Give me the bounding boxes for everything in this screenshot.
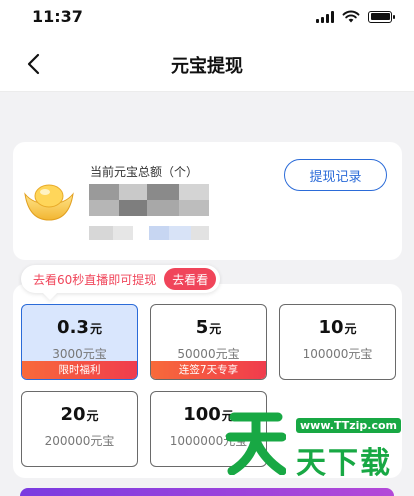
withdraw-option[interactable]: 5元 50000元宝 连签7天专享 [150,304,267,380]
option-cost: 200000元宝 [44,434,115,448]
nav-bar: 元宝提现 [0,36,414,92]
gold-ingot-icon [24,184,74,221]
balance-card: 当前元宝总额（个） 提现记录 [13,142,402,260]
live-watch-promo: 去看60秒直播即可提现 去看看 [21,265,221,293]
option-unit: 元 [89,322,102,336]
option-amount: 0.3 [57,317,89,338]
withdraw-option[interactable]: 20元 200000元宝 [21,391,138,467]
option-amount: 20 [60,404,86,425]
withdraw-option[interactable]: 10元 100000元宝 [279,304,396,380]
option-unit: 元 [86,409,99,423]
bottom-banner-edge [20,488,394,496]
watermark-url: www.TTzip.com [296,418,401,433]
option-amount: 100 [183,404,221,425]
status-icons [316,10,395,23]
blurred-balance-amount [89,184,209,216]
withdraw-records-button[interactable]: 提现记录 [284,159,387,191]
option-cost: 3000元宝 [52,347,107,361]
wifi-icon [342,10,360,23]
page-title: 元宝提现 [171,56,243,77]
watermark-text: 天下载 [296,446,392,481]
watch-live-button[interactable]: 去看看 [164,268,217,290]
ttzip-logo-icon [226,412,286,475]
option-tag: 限时福利 [22,361,137,379]
option-cost: 100000元宝 [302,347,373,361]
option-unit: 元 [209,322,222,336]
option-cost: 50000元宝 [177,347,240,361]
withdraw-option[interactable]: 0.3元 3000元宝 限时福利 [21,304,138,380]
battery-icon [368,10,395,23]
option-unit: 元 [344,322,357,336]
status-bar: 11:37 [0,0,414,36]
option-tag: 连签7天专享 [151,361,266,379]
blurred-balance-note [89,226,209,240]
promo-text: 去看60秒直播即可提现 [33,272,157,287]
cellular-signal-icon [316,10,334,23]
option-amount: 5 [195,317,209,338]
option-amount: 10 [318,317,344,338]
balance-label: 当前元宝总额（个） [90,165,199,179]
status-time: 11:37 [32,7,83,26]
